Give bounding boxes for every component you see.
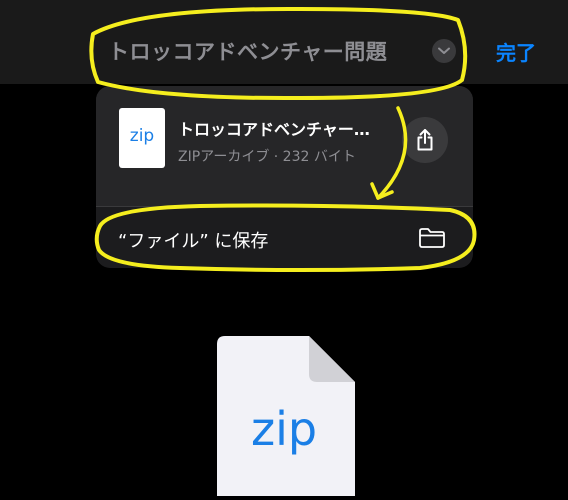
zip-thumbnail-label: zip xyxy=(129,126,155,146)
title-menu-button[interactable] xyxy=(432,39,456,63)
zip-thumbnail: zip xyxy=(119,108,165,168)
share-popover: zip トロッコアドベンチャー問題 ZIPアーカイブ · 232 バイト “ファ… xyxy=(96,86,473,268)
save-to-files-button[interactable]: “ファイル” に保存 xyxy=(96,207,473,268)
file-meta: ZIPアーカイブ · 232 バイト xyxy=(178,149,356,165)
chevron-down-icon xyxy=(438,47,450,54)
file-type-label: zip xyxy=(250,402,318,456)
file-name: トロッコアドベンチャー問題 xyxy=(178,120,383,139)
folder-icon xyxy=(419,228,445,248)
navigation-bar: トロッコアドベンチャー問題 完了 xyxy=(0,0,568,84)
share-button[interactable] xyxy=(402,117,448,163)
nav-title[interactable]: トロッコアドベンチャー問題 xyxy=(108,36,387,66)
share-icon xyxy=(417,129,433,151)
save-to-files-label: “ファイル” に保存 xyxy=(118,231,269,252)
file-row: zip トロッコアドベンチャー問題 ZIPアーカイブ · 232 バイト xyxy=(96,86,473,206)
file-preview: zip xyxy=(213,336,355,496)
done-button[interactable]: 完了 xyxy=(496,37,536,66)
